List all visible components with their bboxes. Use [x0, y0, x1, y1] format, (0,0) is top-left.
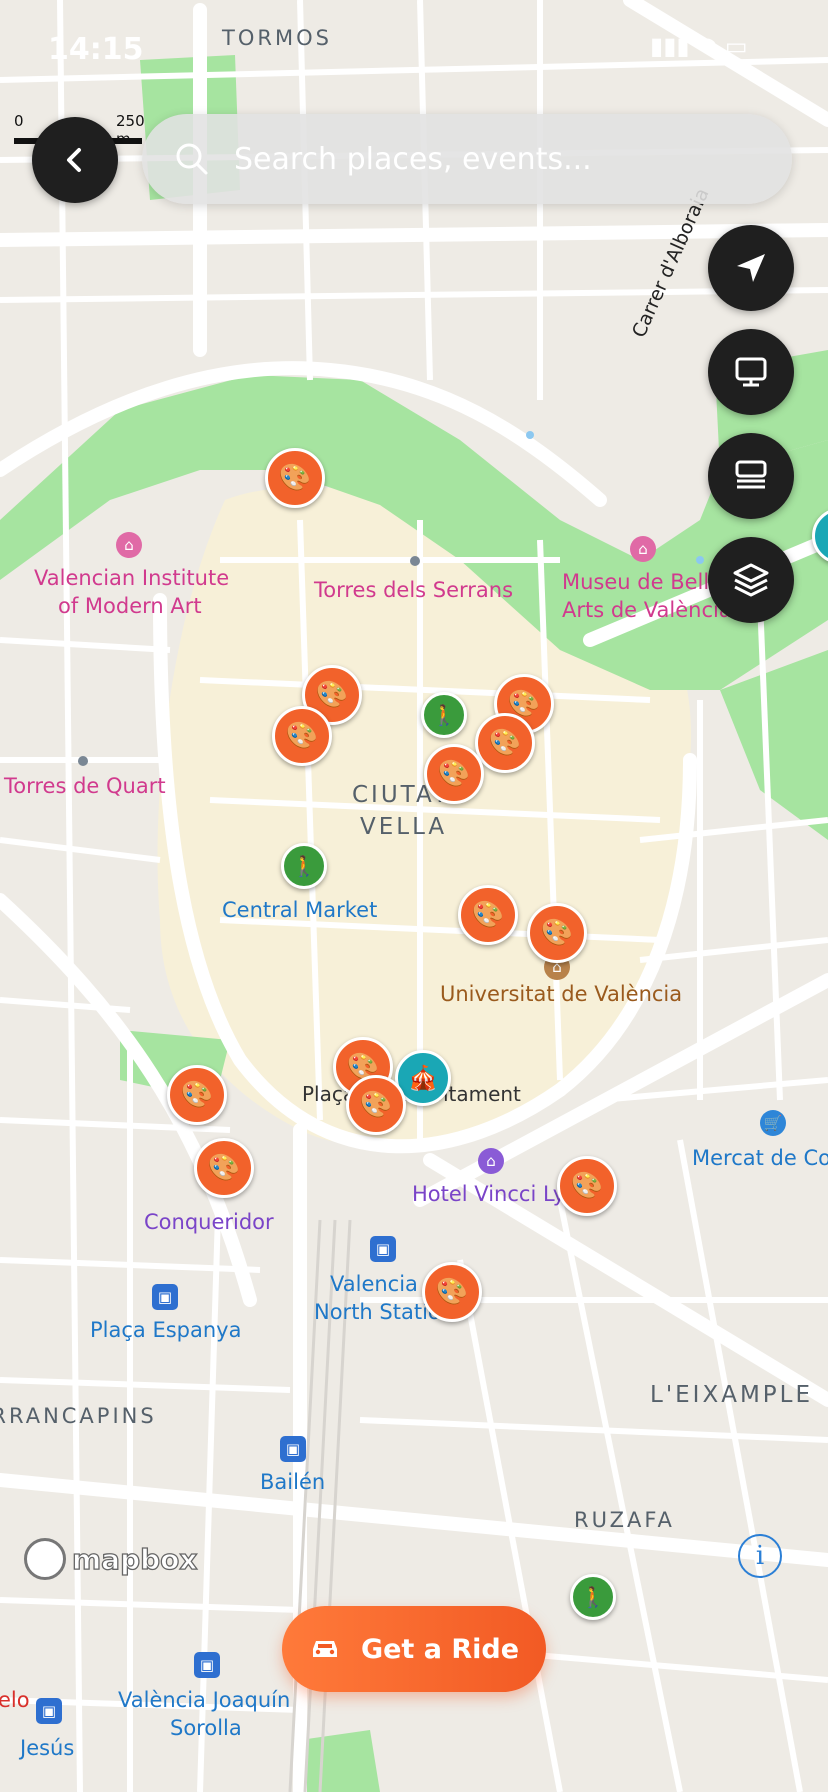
shopping-cart-icon: 🛒 [760, 1110, 786, 1136]
art-event-pin[interactable]: 🎨 [475, 713, 535, 773]
metro-icon: ▣ [194, 1652, 220, 1678]
layers-button[interactable] [708, 537, 794, 623]
art-event-pin[interactable]: 🎨 [272, 706, 332, 766]
mapbox-brand: mapbox [71, 1542, 198, 1576]
mapbox-logo[interactable]: mapbox [24, 1538, 198, 1580]
walking-tour-pin[interactable]: 🚶 [421, 692, 467, 738]
museum-icon: ⌂ [116, 532, 142, 558]
label-modern-art: of Modern Art [58, 594, 202, 618]
status-time: 14:15 [48, 32, 144, 67]
art-event-pin[interactable]: 🎨 [194, 1138, 254, 1198]
label-jesus: Jesús [20, 1736, 75, 1760]
list-icon [735, 460, 767, 489]
metro-icon: ▣ [36, 1698, 62, 1724]
label-bailen: Bailén [260, 1470, 326, 1494]
search-icon [176, 143, 208, 175]
label-joaquin-1: València Joaquín [118, 1688, 291, 1712]
label-ruzafa: RUZAFA [574, 1508, 675, 1532]
label-universitat: Universitat de València [440, 982, 683, 1006]
search-input[interactable] [232, 140, 756, 178]
art-event-pin[interactable]: 🎨 [422, 1262, 482, 1322]
ride-label: Get a Ride [360, 1633, 520, 1665]
metro-icon: ▣ [280, 1436, 306, 1462]
locate-me-button[interactable] [708, 225, 794, 311]
label-vella: VELLA [360, 814, 448, 840]
metro-icon: ▣ [152, 1284, 178, 1310]
label-torres-quart: Torres de Quart [4, 774, 166, 798]
label-placa-espanya: Plaça Espanya [90, 1318, 242, 1342]
label-valencia-north-2: North Station [314, 1300, 440, 1324]
wifi-icon: ◠ [697, 32, 717, 60]
label-conqueridor: Conqueridor [144, 1210, 274, 1234]
status-icons: ▮▮▮ ◠ ▭ [650, 32, 748, 60]
list-view-button[interactable] [708, 433, 794, 519]
art-event-pin[interactable]: 🎨 [424, 744, 484, 804]
layers-icon [733, 563, 769, 597]
label-mercat-colon: Mercat de Colón [692, 1146, 828, 1170]
walking-tour-pin[interactable]: 🚶 [281, 843, 327, 889]
label-joaquin-2: Sorolla [170, 1716, 242, 1740]
walking-tour-pin[interactable]: 🚶 [570, 1574, 616, 1620]
label-eixample: L'EIXAMPLE [650, 1382, 814, 1408]
chevron-left-icon [67, 148, 81, 172]
map-canvas[interactable] [0, 0, 828, 1792]
label-hotel-vincci: Hotel Vincci Lys [412, 1182, 562, 1206]
art-event-pin[interactable]: 🎨 [167, 1065, 227, 1125]
label-torres-serrans: Torres dels Serrans [314, 578, 514, 602]
label-tormos: TORMOS [222, 26, 332, 50]
hotel-icon: ⌂ [478, 1148, 504, 1174]
get-a-ride-button[interactable]: Get a Ride [282, 1606, 546, 1692]
label-valencian-institute: Valencian Institute [34, 566, 230, 590]
train-icon: ▣ [370, 1236, 396, 1262]
art-event-pin[interactable]: 🎨 [557, 1156, 617, 1216]
landmark-dot-icon [410, 556, 420, 566]
art-event-pin[interactable]: 🎨 [265, 448, 325, 508]
label-central-market: Central Market [222, 898, 378, 922]
display-mode-button[interactable] [708, 329, 794, 415]
scale-bar: 0 250 m [14, 112, 145, 148]
back-button[interactable] [32, 117, 118, 203]
battery-icon: ▭ [724, 32, 748, 60]
car-icon [312, 1641, 337, 1657]
art-event-pin[interactable]: 🎨 [458, 885, 518, 945]
label-arrancapins: ARRANCAPINS [0, 1404, 157, 1428]
info-button[interactable]: i [738, 1534, 782, 1578]
navigation-arrow-icon [737, 254, 765, 282]
signal-icon: ▮▮▮ [650, 32, 690, 60]
label-arts-valencia: Arts de València [562, 598, 732, 622]
search-bar[interactable] [142, 114, 792, 204]
monitor-icon [735, 357, 767, 387]
landmark-dot-icon [78, 756, 88, 766]
label-valencia-north-1: Valencia [330, 1272, 418, 1296]
mapbox-logo-icon [24, 1538, 66, 1580]
museum-icon: ⌂ [630, 536, 656, 562]
art-event-pin[interactable]: 🎨 [527, 903, 587, 963]
scale-zero: 0 [14, 112, 24, 130]
art-event-pin[interactable]: 🎨 [346, 1075, 406, 1135]
label-melo: elo [0, 1688, 30, 1712]
